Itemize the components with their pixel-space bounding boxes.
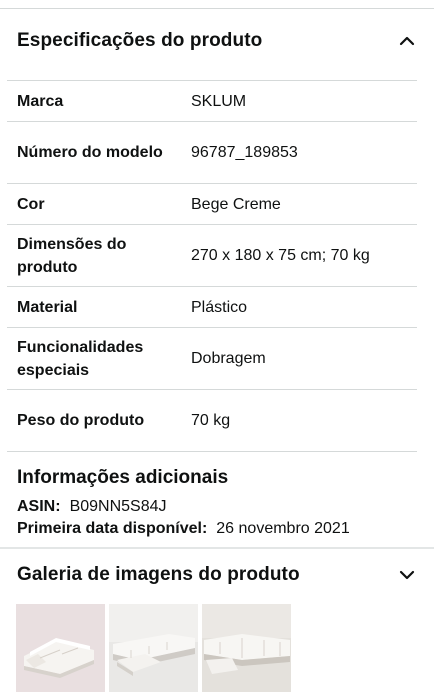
- spec-key: Dimensões do produto: [17, 235, 127, 276]
- specs-section-header[interactable]: Especificações do produto: [0, 10, 434, 72]
- chevron-down-icon[interactable]: [398, 566, 416, 584]
- first-available-line: Primeira data disponível: 26 novembro 202…: [17, 518, 417, 540]
- first-available-value: 26 novembro 2021: [216, 520, 350, 537]
- first-available-label: Primeira data disponível:: [17, 520, 208, 537]
- gallery-thumbnails: [16, 604, 291, 692]
- sofa-thumbnail-2[interactable]: [109, 604, 198, 692]
- specs-title: Especificações do produto: [17, 30, 263, 51]
- spec-key: Funcionalidades especiais: [17, 338, 144, 379]
- sofa-thumbnail-1[interactable]: [16, 604, 105, 692]
- spec-row-marca: Marca SKLUM: [7, 80, 417, 121]
- spec-key: Cor: [17, 195, 45, 213]
- table-bottom-divider: [7, 451, 417, 452]
- spec-value: 96787_189853: [191, 144, 298, 161]
- spec-row-cor: Cor Bege Creme: [7, 183, 417, 224]
- spec-key: Marca: [17, 92, 64, 110]
- asin-value: B09NN5S84J: [69, 498, 167, 515]
- spec-row-modelo: Número do modelo 96787_189853: [7, 121, 417, 183]
- gallery-section-header[interactable]: Galeria de imagens do produto: [0, 544, 434, 606]
- spec-row-funcionalidades: Funcionalidades especiais Dobragem: [7, 327, 417, 389]
- spec-row-material: Material Plástico: [7, 286, 417, 327]
- additional-info: Informações adicionais ASIN: B09NN5S84J P…: [17, 467, 417, 540]
- spec-value: Plástico: [191, 298, 248, 316]
- specs-table: Marca SKLUM Número do modelo 96787_18985…: [0, 80, 434, 452]
- spec-row-peso: Peso do produto 70 kg: [7, 389, 417, 451]
- spec-value: 70 kg: [191, 412, 231, 429]
- spec-key: Número do modelo: [17, 144, 163, 161]
- spec-key: Peso do produto: [17, 412, 145, 429]
- top-divider: [0, 8, 434, 9]
- spec-key: Material: [17, 298, 78, 316]
- asin-line: ASIN: B09NN5S84J: [17, 496, 417, 518]
- spec-value: Bege Creme: [191, 195, 281, 213]
- spec-value: SKLUM: [191, 92, 247, 110]
- chevron-up-icon[interactable]: [398, 32, 416, 50]
- spec-value: Dobragem: [191, 350, 266, 367]
- spec-row-dimensoes: Dimensões do produto 270 x 180 x 75 cm; …: [7, 224, 417, 286]
- gallery-title: Galeria de imagens do produto: [17, 564, 300, 585]
- sofa-thumbnail-3[interactable]: [202, 604, 291, 692]
- spec-value: 270 x 180 x 75 cm; 70 kg: [191, 247, 370, 264]
- additional-info-title: Informações adicionais: [17, 467, 229, 488]
- asin-label: ASIN:: [17, 498, 61, 515]
